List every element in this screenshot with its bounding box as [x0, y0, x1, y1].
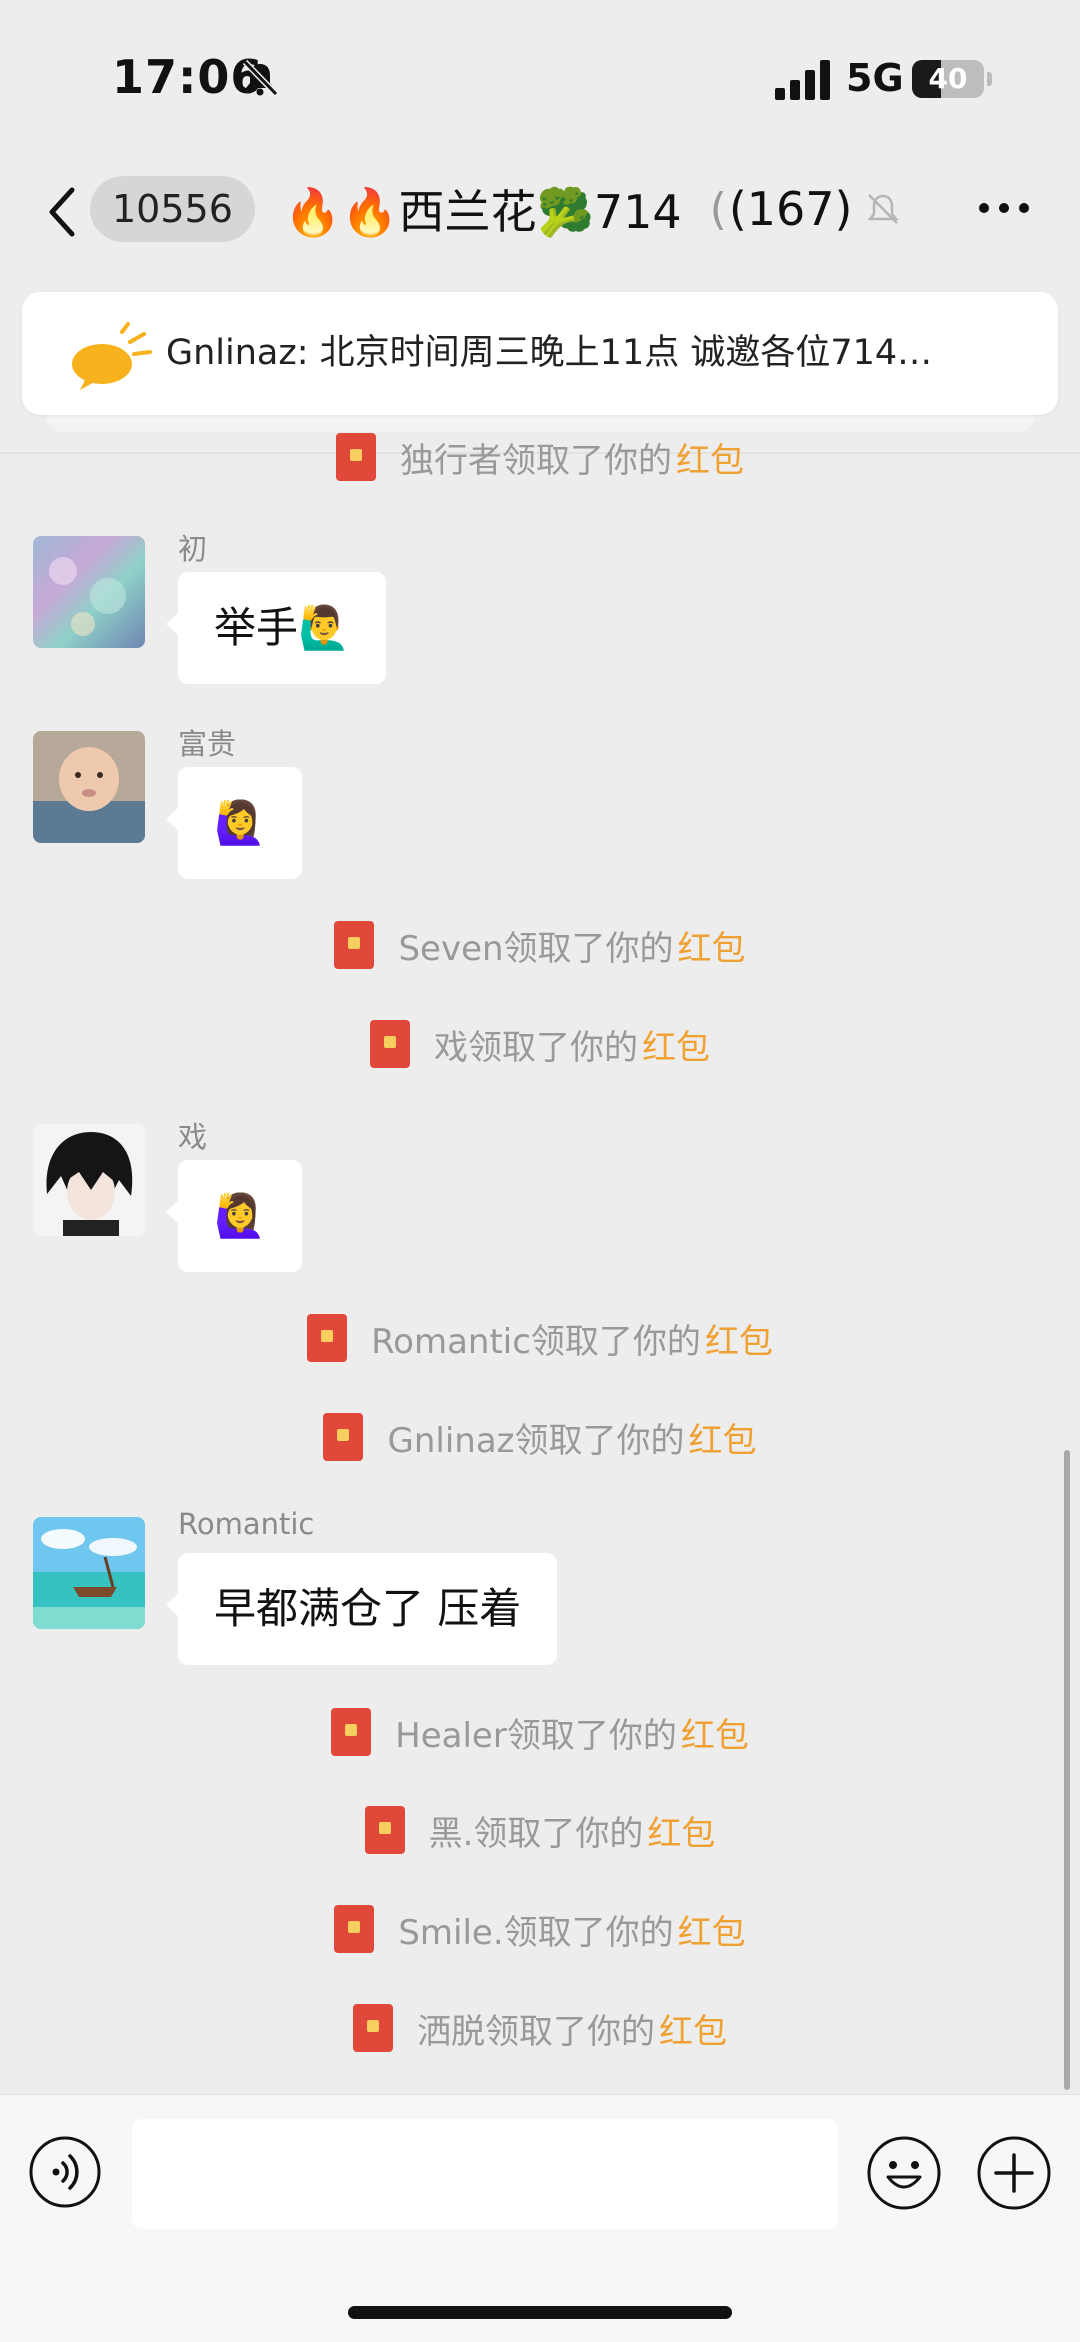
system-message-content: 戏领取了你的 红包 — [370, 1014, 710, 1074]
message-bubble[interactable]: 🙋‍♀️ — [165, 1160, 303, 1272]
system-message-content: Smile.领取了你的 红包 — [334, 1899, 746, 1959]
cellular-signal-icon — [775, 60, 830, 100]
sender-name: Romantic — [178, 1507, 315, 1541]
red-packet-icon — [323, 1413, 364, 1461]
system-message-text: Romantic领取了你的 — [371, 1321, 701, 1362]
system-message: Healer领取了你的 红包 — [0, 1702, 1080, 1762]
red-packet-link[interactable]: 红包 — [681, 1708, 749, 1757]
red-packet-icon — [364, 1806, 405, 1854]
avatar[interactable] — [33, 1517, 145, 1629]
red-packet-icon — [353, 2004, 393, 2052]
anime-avatar-image — [33, 1124, 145, 1236]
red-packet-icon — [331, 1708, 372, 1756]
avatar[interactable] — [33, 731, 145, 843]
system-message-text: 独行者领取了你的 — [400, 440, 672, 481]
sender-name: 初 — [178, 532, 208, 566]
emoji-icon[interactable] — [866, 2135, 942, 2211]
system-message: Romantic领取了你的 红包 — [0, 1308, 1080, 1368]
system-message-text: Healer领取了你的 — [395, 1715, 677, 1756]
system-message-text: Seven领取了你的 — [398, 928, 674, 969]
red-packet-link[interactable]: 红包 — [676, 433, 744, 482]
system-message-content: 洒脱领取了你的 红包 — [353, 1998, 727, 2058]
network-type: 5G — [846, 56, 904, 100]
silent-mode-icon — [242, 59, 279, 97]
back-arrow-icon[interactable] — [42, 182, 82, 242]
message-bubble[interactable]: 举手🙋‍♂️ — [165, 572, 387, 684]
home-indicator[interactable] — [348, 2306, 732, 2319]
system-message: 洒脱领取了你的 红包 — [0, 1998, 1080, 2058]
status-bar: 17:06 5G 40 — [0, 0, 1080, 160]
chat-header: 10556 🔥🔥西兰花🥦714 ( (167) — [0, 160, 1080, 290]
system-message-content: 独行者领取了你的 红包 — [336, 427, 744, 487]
system-message-content: Romantic领取了你的 红包 — [307, 1308, 773, 1368]
system-message-text: 黑.领取了你的 — [428, 1813, 644, 1854]
system-message-text: 戏领取了你的 — [434, 1027, 638, 1068]
avatar[interactable] — [33, 1124, 145, 1236]
more-options-icon[interactable] — [974, 190, 1034, 226]
unread-count-badge[interactable]: 10556 — [90, 176, 255, 242]
more-actions-plus-icon[interactable] — [976, 2135, 1052, 2211]
message-input-bar — [0, 2094, 1080, 2342]
battery-icon: 40 — [912, 60, 984, 98]
baby-avatar-image — [33, 731, 145, 843]
system-message: 独行者领取了你的 红包 — [0, 427, 1080, 487]
group-name: 🔥🔥西兰花🥦714 — [284, 185, 682, 239]
system-message-text: 洒脱领取了你的 — [417, 2011, 655, 2052]
red-packet-link[interactable]: 红包 — [705, 1314, 773, 1363]
red-packet-icon — [334, 1905, 375, 1953]
system-message: Gnlinaz领取了你的 红包 — [0, 1407, 1080, 1467]
red-packet-icon — [370, 1020, 410, 1068]
red-packet-icon — [307, 1314, 348, 1362]
announcement-speech-icon — [72, 322, 152, 390]
opal-avatar-image — [33, 536, 145, 648]
system-message: Smile.领取了你的 红包 — [0, 1899, 1080, 1959]
system-message-content: Seven领取了你的 红包 — [334, 915, 746, 975]
message-bubble[interactable]: 早都满仓了 压着 — [165, 1553, 558, 1665]
muted-bell-icon — [866, 194, 899, 224]
red-packet-link[interactable]: 红包 — [647, 1806, 715, 1855]
red-packet-link[interactable]: 红包 — [678, 1905, 746, 1954]
system-message-content: 黑.领取了你的 红包 — [364, 1800, 715, 1860]
system-message-text: Gnlinaz领取了你的 — [387, 1420, 685, 1461]
sender-name: 富贵 — [178, 727, 237, 761]
system-message: Seven领取了你的 红包 — [0, 915, 1080, 975]
red-packet-link[interactable]: 红包 — [689, 1413, 757, 1462]
member-count: (167) — [728, 182, 853, 236]
avatar[interactable] — [33, 536, 145, 648]
chat-scrollbar[interactable] — [1064, 1450, 1070, 2090]
battery-tip — [987, 72, 992, 86]
system-message: 戏领取了你的 红包 — [0, 1014, 1080, 1074]
boat-avatar-image — [33, 1517, 145, 1629]
sender-name: 戏 — [178, 1120, 208, 1154]
system-message-text: Smile.领取了你的 — [398, 1912, 674, 1953]
battery-level: 40 — [928, 62, 968, 95]
title-paren: ( — [709, 183, 727, 235]
red-packet-link[interactable]: 红包 — [642, 1020, 710, 1069]
system-message-content: Gnlinaz领取了你的 红包 — [323, 1407, 757, 1467]
chat-title[interactable]: 🔥🔥西兰花🥦714 ( (167) — [284, 174, 903, 244]
red-packet-link[interactable]: 红包 — [678, 921, 746, 970]
red-packet-icon — [334, 921, 375, 969]
red-packet-link[interactable]: 红包 — [659, 2004, 727, 2053]
system-message: 黑.领取了你的 红包 — [0, 1800, 1080, 1860]
message-input[interactable] — [132, 2119, 838, 2229]
announcement-text: Gnlinaz: 北京时间周三晚上11点 诚邀各位714… — [166, 333, 933, 373]
red-packet-icon — [336, 433, 376, 481]
voice-input-icon[interactable] — [28, 2135, 102, 2209]
message-bubble[interactable]: 🙋‍♀️ — [165, 767, 303, 879]
system-message-content: Healer领取了你的 红包 — [331, 1702, 749, 1762]
group-announcement[interactable]: Gnlinaz: 北京时间周三晚上11点 诚邀各位714… — [22, 292, 1058, 415]
